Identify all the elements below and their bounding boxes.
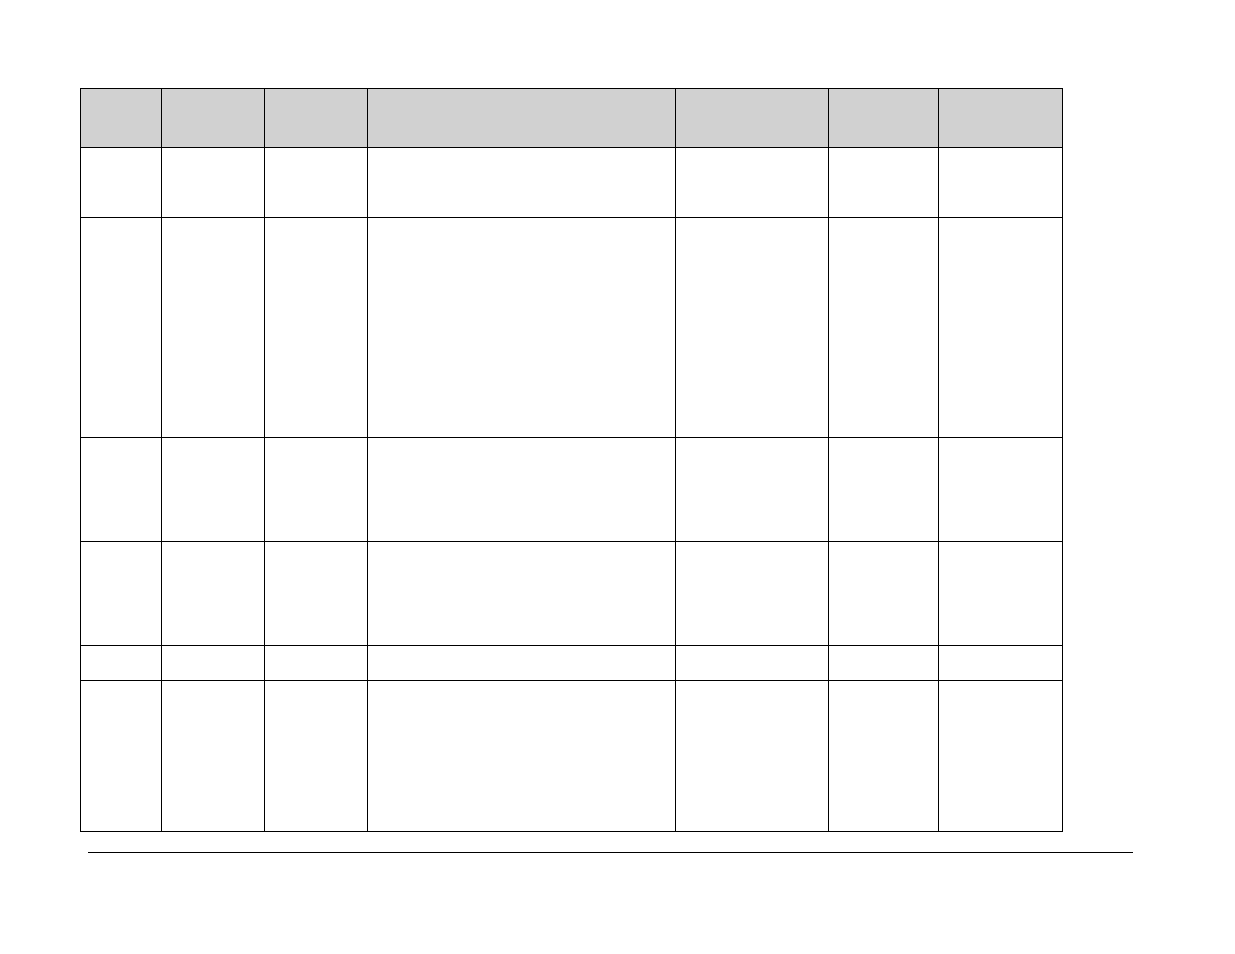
table-cell [81,681,162,832]
table-cell [81,438,162,542]
table-cell [829,438,939,542]
page [0,0,1235,954]
table-cell [81,542,162,646]
table-header-cell [939,89,1063,148]
table-row [81,148,1063,218]
table-cell [676,681,829,832]
table-cell [829,681,939,832]
table-cell [161,148,264,218]
table-cell [939,148,1063,218]
table-cell [367,148,676,218]
table-row [81,646,1063,681]
table-cell [161,646,264,681]
table-cell [829,542,939,646]
table-cell [676,218,829,438]
table-cell [161,438,264,542]
table-header-cell [676,89,829,148]
table-row [81,438,1063,542]
table-header-cell [264,89,367,148]
table-cell [829,148,939,218]
table-row [81,218,1063,438]
table-cell [676,148,829,218]
table-cell [264,681,367,832]
table-cell [939,681,1063,832]
table-header-cell [829,89,939,148]
table-cell [367,218,676,438]
table-cell [367,646,676,681]
table-header-cell [161,89,264,148]
table-cell [264,148,367,218]
table-header-cell [367,89,676,148]
table-cell [264,218,367,438]
table-cell [81,646,162,681]
table-cell [939,218,1063,438]
table-cell [264,438,367,542]
table-cell [367,681,676,832]
table-cell [264,542,367,646]
table-row [81,681,1063,832]
table-cell [939,542,1063,646]
table-cell [161,681,264,832]
table-cell [161,542,264,646]
table-cell [367,438,676,542]
table-cell [829,218,939,438]
table-cell [81,218,162,438]
data-table [80,88,1063,832]
table-cell [367,542,676,646]
table-row [81,542,1063,646]
table-cell [939,438,1063,542]
table-cell [676,438,829,542]
table-cell [81,148,162,218]
footer-divider [88,852,1133,853]
table-cell [676,542,829,646]
table-cell [939,646,1063,681]
table-cell [161,218,264,438]
table-cell [829,646,939,681]
table-cell [264,646,367,681]
table-header-row [81,89,1063,148]
table-header-cell [81,89,162,148]
table-cell [676,646,829,681]
